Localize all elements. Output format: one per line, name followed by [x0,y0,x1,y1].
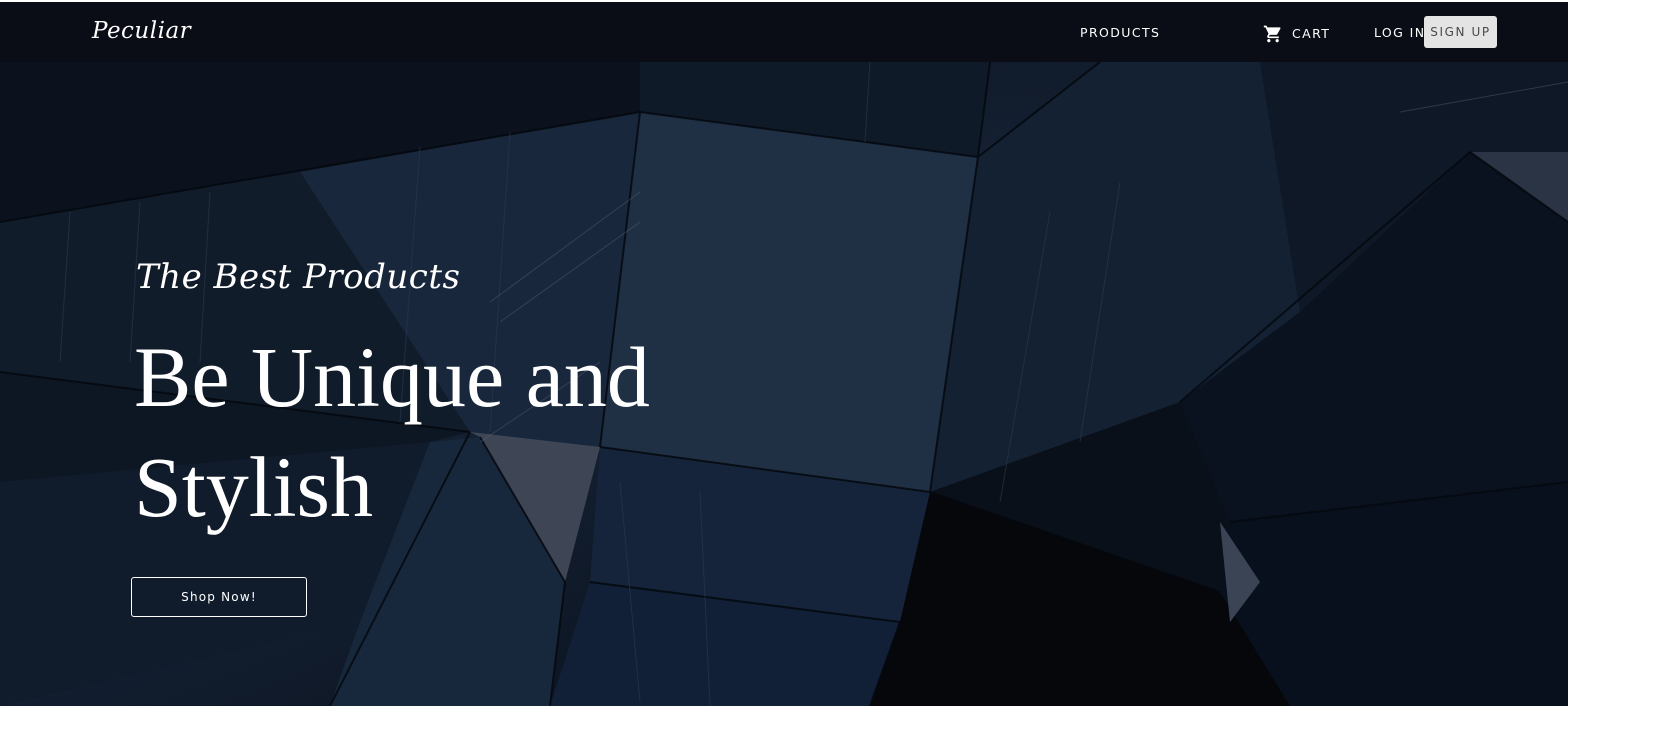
shop-now-button[interactable]: Shop Now! [131,577,307,617]
signup-button[interactable]: SIGN UP [1424,16,1497,48]
hero-headline-line1: Be Unique and [134,329,650,425]
hero-headline: Be Unique and Stylish [134,322,754,542]
page: Peculiar PRODUCTS CART LOG IN SIGN UP Th… [0,0,1568,706]
nav-cart-link[interactable]: CART [1263,24,1330,44]
hero-tagline: The Best Products [136,257,461,297]
nav-products-link[interactable]: PRODUCTS [1080,24,1160,42]
cart-label: CART [1292,26,1331,41]
navbar: Peculiar PRODUCTS CART LOG IN SIGN UP [0,2,1568,62]
hero-headline-line2: Stylish [134,439,373,535]
top-strip [0,0,1568,2]
login-link[interactable]: LOG IN [1374,24,1425,42]
cart-icon [1263,25,1281,43]
brand-logo[interactable]: Peculiar [92,14,191,48]
hero-section: The Best Products Be Unique and Stylish … [0,0,1568,706]
